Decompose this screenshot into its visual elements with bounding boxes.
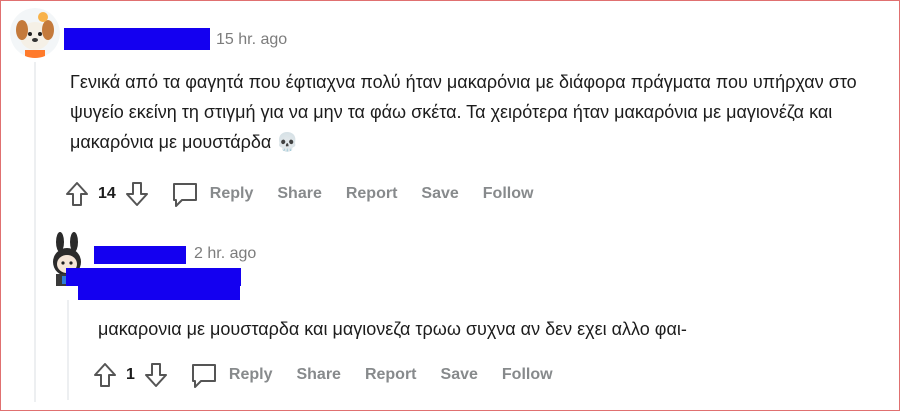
user-avatar[interactable]	[10, 8, 60, 58]
comment-body: Γενικά από τα φαγητά που έφτιαχνα πολύ ή…	[70, 72, 857, 152]
comment-timestamp: 15 hr. ago	[216, 31, 288, 48]
vote-count: 1	[126, 366, 135, 383]
save-button[interactable]: Save	[421, 185, 458, 203]
dog-avatar-icon	[10, 8, 60, 58]
reply-button[interactable]: Reply	[210, 185, 254, 203]
upvote-icon[interactable]	[92, 361, 118, 389]
redacted-username	[94, 246, 186, 264]
share-button[interactable]: Share	[277, 185, 321, 203]
report-button[interactable]: Report	[365, 366, 417, 384]
reply-icon[interactable]	[189, 361, 219, 389]
share-button[interactable]: Share	[296, 366, 340, 384]
redacted-flair	[78, 284, 240, 300]
reply-icon[interactable]	[170, 180, 200, 208]
comment-body: μακαρονια με μουσταρδα και μαγιονεζα τρω…	[98, 319, 687, 339]
follow-button[interactable]: Follow	[483, 185, 534, 203]
upvote-icon[interactable]	[64, 180, 90, 208]
save-button[interactable]: Save	[441, 366, 478, 384]
downvote-icon[interactable]	[124, 180, 150, 208]
redacted-username	[64, 28, 210, 50]
follow-button[interactable]: Follow	[502, 366, 553, 384]
comment-actions: 14 Reply Share Report Save Follow	[64, 179, 533, 209]
thread-line[interactable]	[34, 62, 36, 402]
downvote-icon[interactable]	[143, 361, 169, 389]
comment-timestamp: 2 hr. ago	[194, 245, 257, 262]
comment-actions: 1 Reply Share Report Save Follow	[92, 360, 553, 390]
vote-count: 14	[98, 185, 116, 202]
thread-line[interactable]	[67, 300, 69, 400]
report-button[interactable]: Report	[346, 185, 398, 203]
reply-button[interactable]: Reply	[229, 366, 273, 384]
